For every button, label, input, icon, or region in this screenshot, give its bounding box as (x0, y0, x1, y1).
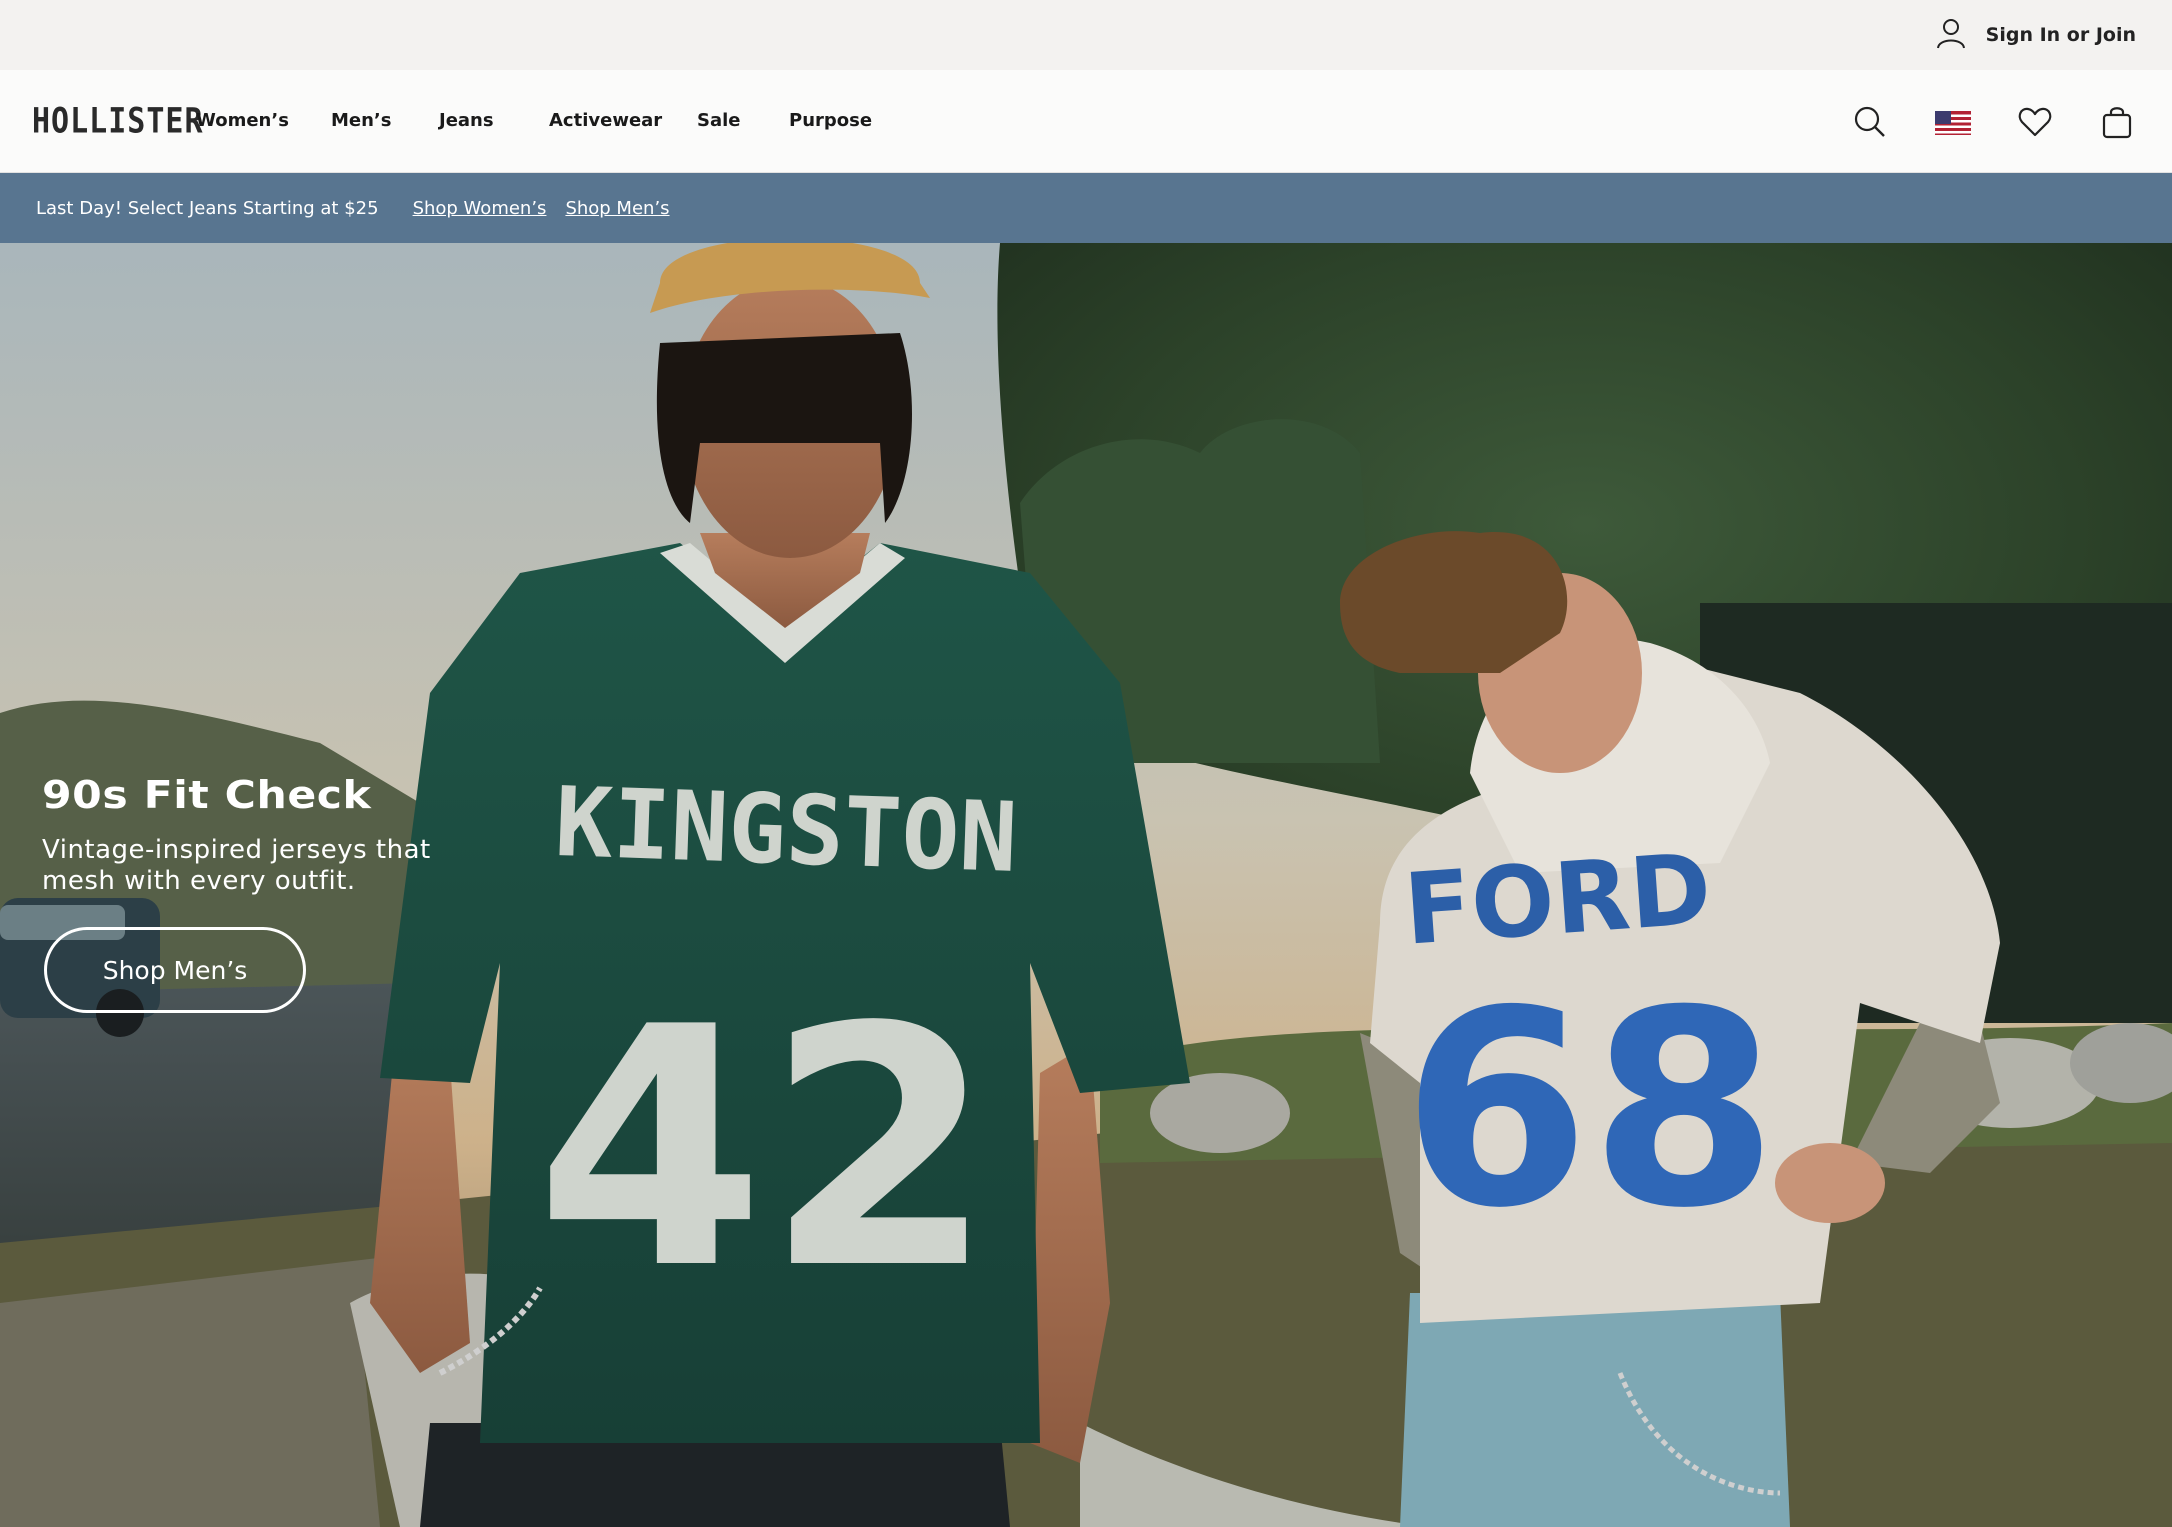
nav-item-mens[interactable]: Men’s (331, 110, 392, 131)
shopping-bag-icon[interactable] (2099, 104, 2135, 140)
heart-icon[interactable] (2017, 104, 2053, 140)
hero-banner[interactable]: KINGSTON 42 FORD 68 90s Fit Check Vintag… (0, 243, 2172, 1527)
user-icon (1934, 16, 1968, 55)
shop-mens-button[interactable]: Shop Men’s (44, 927, 306, 1013)
hero-copy: 90s Fit Check Vintage-inspired jerseys t… (42, 773, 462, 897)
promo-link-shop-womens[interactable]: Shop Women’s (413, 198, 547, 219)
svg-text:FORD: FORD (1401, 833, 1715, 968)
nav-item-jeans[interactable]: Jeans (439, 110, 494, 131)
nav-item-sale[interactable]: Sale (697, 110, 741, 131)
sign-in-label: Sign In or Join (1985, 24, 2136, 46)
svg-text:68: 68 (1402, 952, 1778, 1267)
svg-text:42: 42 (535, 957, 994, 1341)
search-icon[interactable] (1852, 104, 1888, 140)
nav-item-activewear[interactable]: Activewear (549, 110, 662, 131)
promo-bar: Last Day! Select Jeans Starting at $25 S… (0, 173, 2172, 243)
sign-in-link[interactable]: Sign In or Join (1934, 16, 2136, 55)
us-flag-icon[interactable] (1935, 104, 1971, 140)
main-nav: HOLLISTER Women’s Men’s Jeans Activewear… (0, 70, 2172, 173)
hero-title: 90s Fit Check (42, 773, 372, 817)
nav-item-womens[interactable]: Women’s (196, 110, 289, 131)
promo-link-shop-mens[interactable]: Shop Men’s (565, 198, 669, 219)
nav-links: Women’s Men’s Jeans Activewear Sale Purp… (0, 70, 900, 173)
promo-text: Last Day! Select Jeans Starting at $25 (36, 197, 379, 219)
utility-bar: Sign In or Join (0, 0, 2172, 70)
hero-subtitle: Vintage-inspired jerseys that mesh with … (42, 835, 431, 896)
nav-item-purpose[interactable]: Purpose (789, 110, 872, 131)
svg-text:KINGSTON: KINGSTON (553, 766, 1019, 894)
